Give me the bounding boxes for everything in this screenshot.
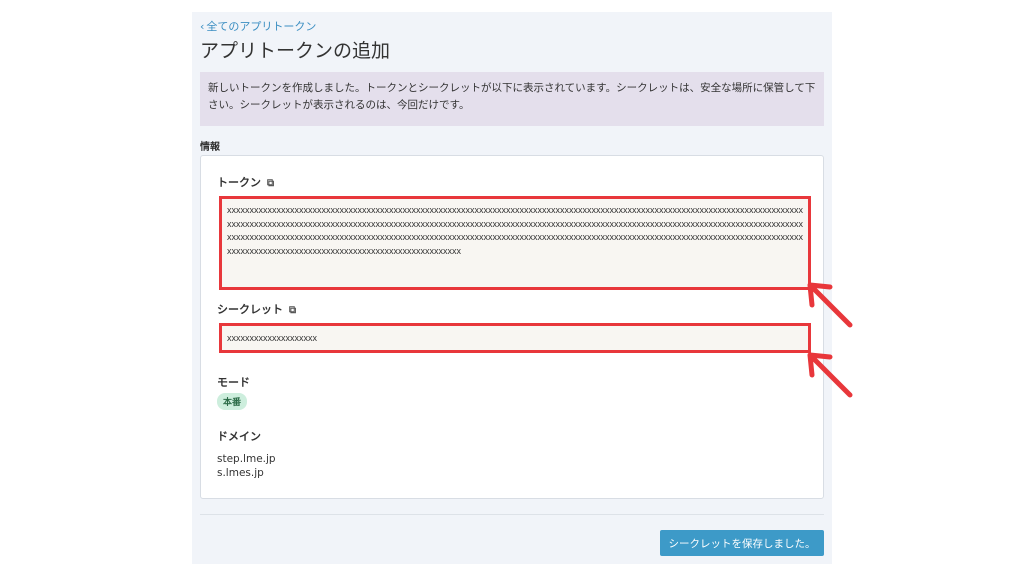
arrow-icon [807,352,853,398]
token-label-text: トークン [217,176,261,189]
info-card: トークン ⧉ xxxxxxxxxxxxxxxxxxxxxxxxxxxxxxxxxx… [200,155,824,499]
section-label-info: 情報 [200,142,220,153]
domain-item: step.lme.jp [217,453,276,465]
main-panel: ‹ 全てのアプリトークン アプリトークンの追加 新しいトークンを作成しました。トー… [192,12,832,564]
notice-line-1: 新しいトークンを作成しました。トークンとシークレットが以下に表示されています。シ… [208,82,816,94]
page-title: アプリトークンの追加 [200,40,391,62]
notice-banner: 新しいトークンを作成しました。トークンとシークレットが以下に表示されています。シ… [200,72,824,126]
divider [200,514,824,515]
mode-label: モード [217,376,250,389]
arrow-icon [807,282,853,328]
copy-icon[interactable]: ⧉ [267,178,274,189]
secret-value-field[interactable]: xxxxxxxxxxxxxxxxxxxx [219,323,811,353]
domain-list: step.lme.jp s.lmes.jp [217,452,276,480]
notice-line-2: さい。シークレットが表示されるのは、今回だけです。 [208,99,470,111]
secret-label: シークレット ⧉ [217,301,296,317]
copy-icon[interactable]: ⧉ [289,305,296,316]
back-link-label: 全てのアプリトークン [206,20,317,33]
secret-label-text: シークレット [217,303,283,316]
mode-badge: 本番 [217,393,248,410]
save-secret-button[interactable]: シークレットを保存しました。 [660,530,824,556]
back-link[interactable]: ‹ 全てのアプリトークン [200,18,316,34]
chevron-left-icon: ‹ [200,20,205,33]
domain-item: s.lmes.jp [217,467,264,479]
domain-label: ドメイン [217,430,261,443]
token-label: トークン ⧉ [217,174,274,190]
token-value-field[interactable]: xxxxxxxxxxxxxxxxxxxxxxxxxxxxxxxxxxxxxxxx… [219,196,811,290]
